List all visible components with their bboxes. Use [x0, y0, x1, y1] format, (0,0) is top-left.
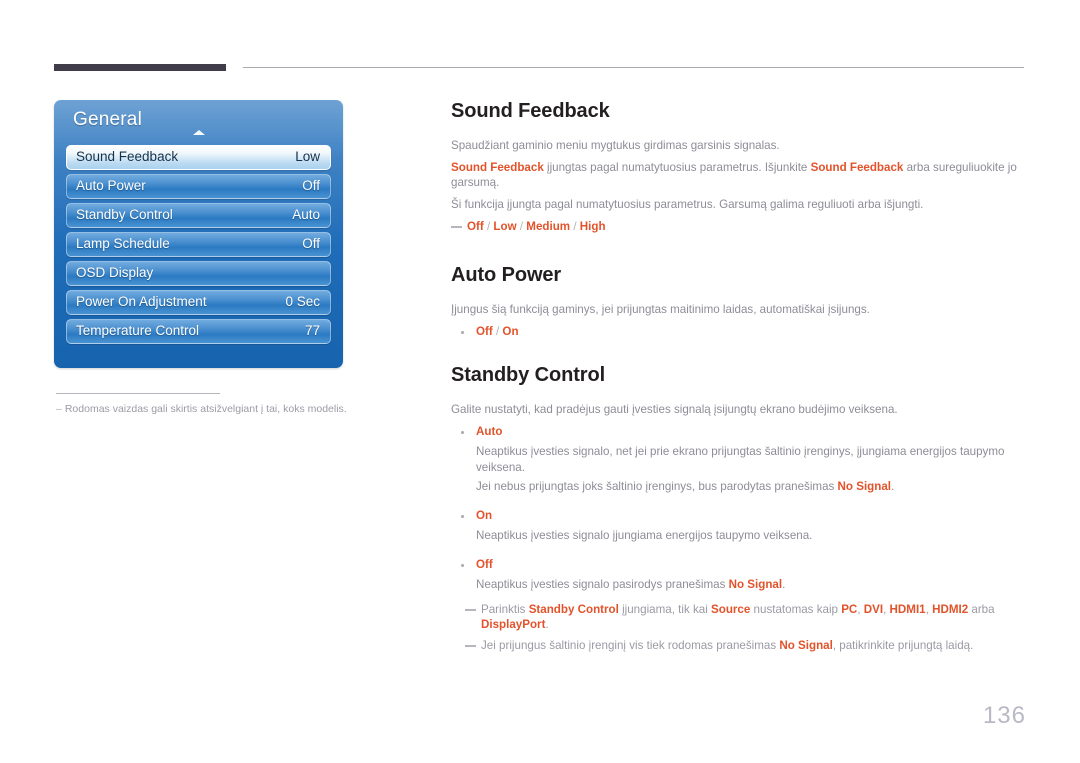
sound-feedback-options: Off / Low / Medium / High	[451, 219, 1031, 234]
osd-row-value: Auto	[292, 207, 320, 222]
osd-menu-list: Sound Feedback Low Auto Power Off Standb…	[66, 145, 331, 348]
inline-text: Jei nebus prijungtas joks šaltinio įreng…	[476, 480, 838, 493]
inline-term: DisplayPort	[481, 618, 546, 631]
inline-text: Neaptikus įvesties signalo pasirodys pra…	[476, 578, 729, 591]
osd-menu-title: General	[73, 109, 142, 130]
osd-row-value: 77	[304, 323, 320, 338]
inline-term: HDMI1	[889, 603, 926, 616]
osd-row-label: Temperature Control	[76, 323, 200, 338]
inline-text: Jei prijungus šaltinio įrenginį vis tiek…	[481, 639, 780, 652]
sound-feedback-paragraph-1: Spaudžiant gaminio meniu mygtukus girdim…	[451, 139, 780, 152]
figure-note-rule	[56, 393, 220, 394]
sound-feedback-paragraph-3: Ši funkcija įjungta pagal numatytuosius …	[451, 198, 924, 211]
osd-row-value: Off	[302, 178, 320, 193]
figure-note: – Rodomas vaizdas gali skirtis atsižvelgi…	[56, 403, 347, 415]
osd-row-auto-power[interactable]: Auto Power Off	[66, 174, 331, 199]
osd-row-label: Auto Power	[76, 178, 146, 193]
section-heading-sound-feedback: Sound Feedback	[451, 100, 610, 122]
osd-row-osd-display[interactable]: OSD Display	[66, 261, 331, 286]
section-heading-standby-control: Standby Control	[451, 364, 606, 386]
header-accent-bar	[54, 64, 226, 71]
osd-row-power-on-adjustment[interactable]: Power On Adjustment 0 Sec	[66, 290, 331, 315]
inline-term: HDMI2	[932, 603, 969, 616]
inline-term: Sound Feedback	[810, 161, 904, 174]
section-heading-auto-power: Auto Power	[451, 264, 562, 286]
inline-text: Neaptikus įvesties signalo įjungiama ene…	[476, 529, 813, 542]
figure-note-dash: –	[56, 403, 62, 415]
osd-row-label: Power On Adjustment	[76, 294, 207, 309]
up-arrow-icon	[193, 130, 205, 135]
osd-row-sound-feedback[interactable]: Sound Feedback Low	[66, 145, 331, 170]
osd-row-lamp-schedule[interactable]: Lamp Schedule Off	[66, 232, 331, 257]
main-content: Sound Feedback Spaudžiant gaminio meniu …	[451, 98, 1031, 659]
osd-row-label: Lamp Schedule	[76, 236, 170, 251]
osd-row-label: Standby Control	[76, 207, 173, 222]
inline-text: nustatomas kaip	[750, 603, 842, 616]
standby-option-off-line-1: Neaptikus įvesties signalo pasirodys pra…	[451, 577, 1031, 593]
inline-term: DVI	[863, 603, 884, 616]
auto-power-paragraph-1: Įjungus šią funkciją gaminys, jei prijun…	[451, 303, 870, 316]
standby-option-auto-line-2: Jei nebus prijungtas joks šaltinio įreng…	[451, 479, 1031, 495]
inline-text: arba	[968, 603, 995, 616]
page-number: 136	[982, 702, 1026, 729]
standby-option-on: On	[451, 508, 1031, 524]
osd-row-label: Sound Feedback	[76, 149, 179, 164]
standby-note-2: Jei prijungus šaltinio įrenginį vis tiek…	[465, 638, 1031, 653]
standby-option-auto: Auto	[451, 424, 1031, 440]
inline-term: Sound Feedback	[451, 161, 544, 174]
inline-text: įjungiama, tik kai	[618, 603, 712, 616]
inline-text: Parinktis	[481, 603, 529, 616]
standby-option-auto-line-1: Neaptikus įvesties signalo, net jei prie…	[451, 444, 1031, 476]
standby-note-1: Parinktis Standby Control įjungiama, tik…	[465, 602, 1031, 632]
header-rule	[243, 67, 1024, 68]
osd-row-value: 0 Sec	[285, 294, 320, 309]
inline-term: No Signal	[837, 480, 891, 493]
sound-feedback-paragraph-2: Sound Feedback įjungtas pagal numatytuos…	[451, 160, 1031, 190]
standby-control-notes: Parinktis Standby Control įjungiama, tik…	[451, 602, 1031, 653]
inline-term: Source	[711, 603, 751, 616]
osd-row-value: Low	[295, 149, 320, 164]
osd-row-label: OSD Display	[76, 265, 154, 280]
inline-text: .	[891, 480, 895, 493]
osd-row-standby-control[interactable]: Standby Control Auto	[66, 203, 331, 228]
inline-text: , patikrinkite prijungtą laidą.	[832, 639, 974, 652]
standby-control-paragraph-1: Galite nustatyti, kad pradėjus gauti įve…	[451, 403, 898, 416]
figure-note-text: Rodomas vaizdas gali skirtis atsižvelgia…	[64, 403, 347, 415]
inline-term: PC	[841, 603, 858, 616]
osd-row-value: Off	[302, 236, 320, 251]
inline-term: Standby Control	[528, 603, 619, 616]
inline-text: .	[545, 618, 549, 631]
auto-power-options: Off / On	[451, 324, 1031, 340]
inline-term: No Signal	[779, 639, 833, 652]
inline-text: įjungtas pagal numatytuosius parametrus.…	[543, 161, 811, 174]
standby-option-on-line-1: Neaptikus įvesties signalo įjungiama ene…	[451, 528, 1031, 544]
inline-term: No Signal	[728, 578, 783, 591]
inline-text: .	[782, 578, 786, 591]
osd-menu-panel: General Sound Feedback Low Auto Power Of…	[54, 100, 343, 368]
standby-option-off: Off	[451, 557, 1031, 573]
osd-row-temperature-control[interactable]: Temperature Control 77	[66, 319, 331, 344]
inline-text: Neaptikus įvesties signalo, net jei prie…	[476, 445, 1005, 474]
